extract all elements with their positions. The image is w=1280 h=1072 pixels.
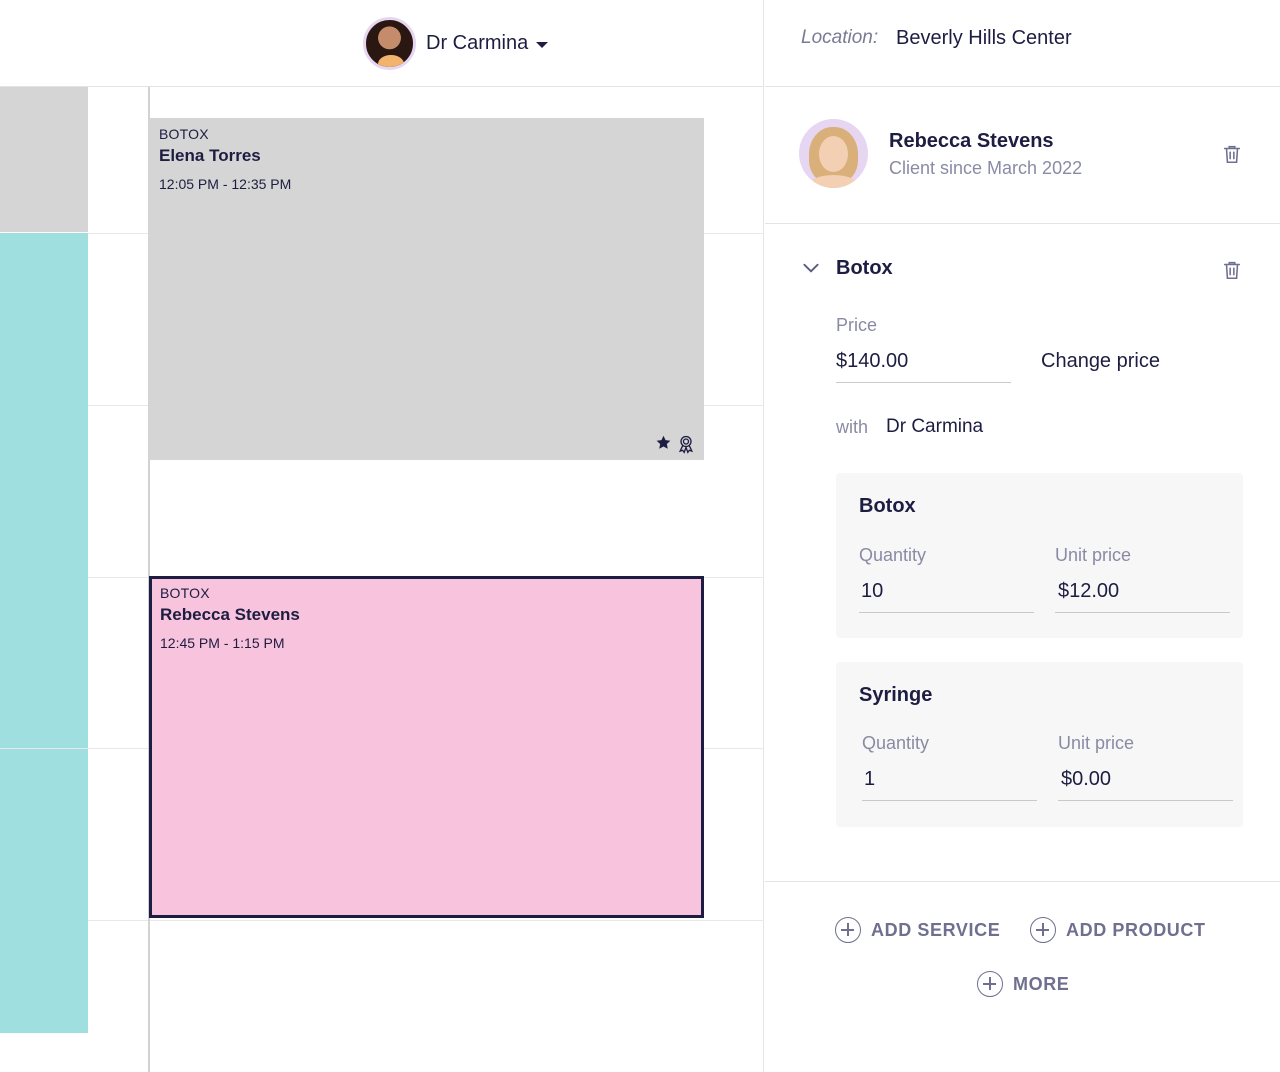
unit-price-input[interactable]: $0.00 <box>1061 768 1111 791</box>
unit-price-underline <box>1058 800 1233 801</box>
product-name: Botox <box>859 495 916 517</box>
appointment-icons <box>655 434 696 454</box>
working-hours-strip <box>0 233 88 1033</box>
calendar-grid: BOTOX Elena Torres 12:05 PM - 12:35 PM B… <box>0 87 764 1072</box>
add-product-button[interactable]: ADD PRODUCT <box>1030 917 1206 943</box>
appointment-rebecca-stevens[interactable]: BOTOX Rebecca Stevens 12:45 PM - 1:15 PM <box>149 576 704 918</box>
unit-price-label: Unit price <box>1058 733 1135 753</box>
service-title: Botox <box>836 257 893 279</box>
unit-price-label: Unit price <box>1055 545 1132 565</box>
star-icon <box>656 435 671 449</box>
more-button[interactable]: MORE <box>977 971 1069 997</box>
caret-down-icon <box>536 41 549 48</box>
award-ribbon-icon <box>678 435 694 454</box>
appointment-type: BOTOX <box>160 585 210 601</box>
appointment-elena-torres[interactable]: BOTOX Elena Torres 12:05 PM - 12:35 PM <box>149 118 704 460</box>
unit-price-underline <box>1055 612 1230 613</box>
price-underline <box>836 382 1011 383</box>
appointment-details-panel: Location: Beverly Hills Center Rebecca S… <box>765 0 1280 1072</box>
price-input[interactable]: $140.00 <box>836 350 908 373</box>
quantity-underline <box>862 800 1037 801</box>
chevron-down-icon[interactable] <box>801 258 821 278</box>
location-row[interactable]: Location: Beverly Hills Center <box>765 0 1280 87</box>
staff-avatar <box>363 16 416 70</box>
appointment-type: BOTOX <box>159 126 209 142</box>
appointment-time: 12:05 PM - 12:35 PM <box>159 176 292 192</box>
action-bar: ADD SERVICE ADD PRODUCT MORE <box>765 881 1280 1072</box>
slot-divider <box>88 920 764 921</box>
product-card-botox: Botox Quantity 10 Unit price $12.00 <box>836 473 1243 638</box>
product-card-syringe: Syringe Quantity 1 Unit price $0.00 <box>836 662 1243 827</box>
price-label: Price <box>836 315 878 335</box>
quantity-underline <box>859 612 1034 613</box>
delete-service-icon[interactable] <box>1221 258 1243 282</box>
quantity-input[interactable]: 1 <box>864 768 875 791</box>
appointment-client: Rebecca Stevens <box>160 605 300 624</box>
with-label: with <box>836 417 869 437</box>
appointment-client: Elena Torres <box>159 146 261 165</box>
product-name: Syringe <box>859 684 933 706</box>
quantity-label: Quantity <box>862 733 930 753</box>
add-service-label: ADD SERVICE <box>871 919 1001 940</box>
more-label: MORE <box>1013 973 1070 994</box>
location-value[interactable]: Beverly Hills Center <box>896 27 1072 50</box>
location-label: Location: <box>801 27 879 48</box>
plus-circle-icon <box>835 917 861 943</box>
service-header: Botox <box>765 250 1280 290</box>
client-name[interactable]: Rebecca Stevens <box>889 130 1054 153</box>
delete-client-icon[interactable] <box>1221 142 1243 166</box>
unavailable-strip <box>0 87 88 232</box>
change-price-link[interactable]: Change price <box>1041 350 1160 373</box>
calendar-view: Dr Carmina BOTOX Elena Torres 12:05 PM -… <box>0 0 764 1072</box>
plus-circle-icon <box>977 971 1003 997</box>
staff-selector[interactable]: Dr Carmina <box>363 16 549 70</box>
appointment-time: 12:45 PM - 1:15 PM <box>160 635 285 651</box>
add-product-label: ADD PRODUCT <box>1066 919 1206 940</box>
staff-name: Dr Carmina <box>426 31 529 54</box>
calendar-header: Dr Carmina <box>0 0 764 87</box>
quantity-input[interactable]: 10 <box>861 580 883 603</box>
add-service-button[interactable]: ADD SERVICE <box>835 917 1000 943</box>
client-avatar <box>799 119 868 188</box>
quantity-label: Quantity <box>859 545 927 565</box>
plus-circle-icon <box>1030 917 1056 943</box>
staff-assigned[interactable]: Dr Carmina <box>886 416 983 438</box>
client-card[interactable]: Rebecca Stevens Client since March 2022 <box>765 88 1280 224</box>
unit-price-input[interactable]: $12.00 <box>1058 580 1119 603</box>
client-since: Client since March 2022 <box>889 158 1083 178</box>
